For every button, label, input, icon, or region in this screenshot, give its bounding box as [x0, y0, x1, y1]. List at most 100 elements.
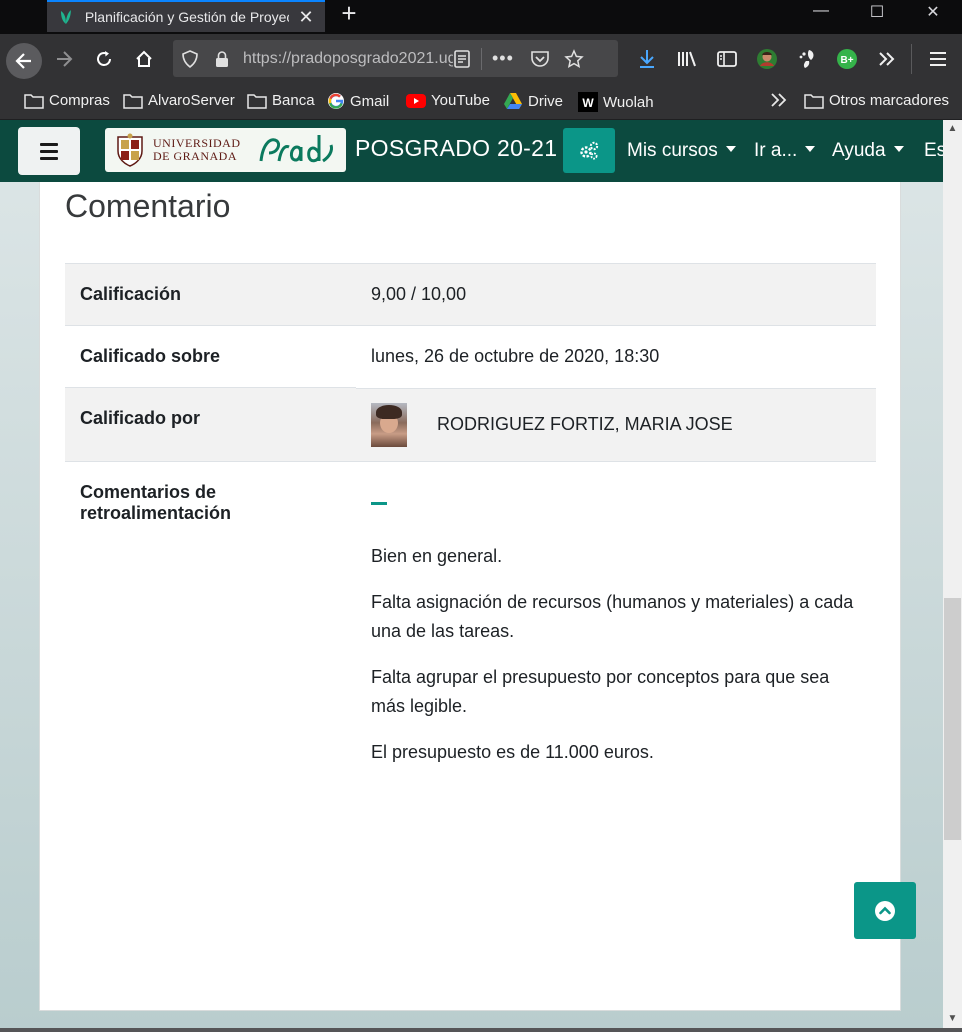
browser-tab-active[interactable]: Planificación y Gestión de Proyectos ✕ [47, 0, 325, 32]
comment-paragraph: Falta asignación de recursos (humanos y … [371, 591, 854, 641]
chevron-down-icon [893, 145, 904, 152]
url-bar[interactable]: https://pradoposgrado2021.ugr.es ••• [173, 40, 618, 77]
feedback-card: Comentario Calificación 9,00 / 10,00 Cal… [39, 182, 901, 1011]
shield-icon[interactable] [181, 49, 199, 68]
folder-icon [123, 93, 143, 109]
close-icon[interactable]: ✕ [297, 7, 315, 28]
bookmark-gmail[interactable]: Gmail [327, 92, 389, 110]
svg-text:B+: B+ [840, 55, 853, 66]
site-title[interactable]: POSGRADO 20-21 [355, 135, 557, 162]
hamburger-icon[interactable] [18, 127, 80, 175]
bookmarks-overflow-icon[interactable] [770, 92, 788, 108]
reload-icon[interactable] [88, 43, 120, 75]
menu-ir-a[interactable]: Ir a... [754, 140, 816, 162]
bplus-icon[interactable]: B+ [831, 43, 863, 75]
row-label: Calificación [65, 263, 356, 326]
more-icon[interactable]: ••• [492, 48, 514, 69]
minimize-icon[interactable]: — [806, 2, 836, 20]
prado-logo-icon [259, 135, 333, 163]
sidebar-icon[interactable] [711, 43, 743, 75]
reader-icon[interactable] [453, 49, 471, 69]
tab-strip: Planificación y Gestión de Proyectos ✕ +… [0, 0, 962, 34]
toolbar-divider [911, 44, 912, 74]
folder-icon [804, 93, 824, 109]
profile-icon[interactable] [751, 43, 783, 75]
menu-mis-cursos[interactable]: Mis cursos [627, 140, 736, 162]
bookmark-label: AlvaroServer [148, 92, 235, 109]
row-label: Calificado por [65, 387, 356, 461]
comment-paragraph: Bien en general. [371, 545, 503, 566]
drive-icon [504, 93, 522, 109]
window-close-icon[interactable]: ✕ [918, 2, 948, 22]
feedback-table: Calificación 9,00 / 10,00 Calificado sob… [65, 263, 876, 804]
bookmark-banca[interactable]: Banca [247, 92, 315, 109]
bookmark-other-folder[interactable]: Otros marcadores [804, 92, 949, 109]
url-divider [481, 47, 482, 70]
plus-icon[interactable]: + [338, 0, 360, 28]
page-scrollbar[interactable]: ▲ ▼ [943, 120, 962, 1028]
home-icon[interactable] [128, 43, 160, 75]
google-icon [328, 93, 344, 109]
bookmark-label: Compras [49, 92, 110, 109]
bookmark-label: Otros marcadores [829, 92, 950, 109]
table-row: Calificación 9,00 / 10,00 [65, 263, 876, 326]
gnome-icon[interactable] [791, 43, 823, 75]
menu-icon[interactable] [922, 43, 954, 75]
menu-ayuda[interactable]: Ayuda [832, 140, 904, 162]
bookmark-label: Banca [272, 92, 315, 109]
ugr-crest-icon [117, 133, 143, 167]
forward-icon[interactable] [48, 43, 80, 75]
bookmark-label: Gmail [350, 92, 390, 110]
comment-paragraph: El presupuesto es de 11.000 euros. [371, 741, 654, 762]
tab-title: Planificación y Gestión de Proyectos [84, 9, 289, 25]
maximize-icon[interactable]: ☐ [862, 2, 892, 22]
leaf-favicon-icon [60, 10, 71, 24]
youtube-icon [406, 93, 426, 108]
folder-icon [247, 93, 267, 109]
bookmark-alvaroserver[interactable]: AlvaroServer [123, 92, 235, 109]
wuolah-icon: W [578, 92, 598, 112]
star-icon[interactable] [564, 48, 584, 69]
graded-on-value: lunes, 26 de octubre de 2020, 18:30 [356, 325, 876, 388]
chevron-down-icon [725, 145, 736, 152]
svg-text:W: W [582, 96, 594, 110]
scroll-up-icon[interactable]: ▲ [946, 123, 959, 136]
scroll-thumb[interactable] [944, 598, 961, 840]
scroll-down-icon[interactable]: ▼ [946, 1013, 959, 1026]
pocket-icon[interactable] [530, 50, 550, 68]
gears-icon[interactable] [563, 128, 615, 173]
url-text: https://pradoposgrado2021.ugr.es [243, 49, 453, 67]
feedback-heading: Comentario [65, 188, 231, 224]
chevron-down-icon [805, 145, 816, 152]
table-row: Comentarios de retroalimentación Bien en… [65, 460, 876, 804]
bookmarks-bar: Compras AlvaroServer Banca Gmail YouTube… [0, 84, 962, 120]
bookmark-youtube[interactable]: YouTube [406, 92, 490, 109]
row-label: Calificado sobre [65, 325, 356, 388]
back-to-top-button[interactable] [854, 882, 916, 939]
window-bottom-edge [0, 1028, 962, 1032]
chevron-up-icon [875, 900, 895, 921]
download-icon[interactable] [631, 43, 663, 75]
feedback-comments: Bien en general. Falta asignación de rec… [356, 460, 876, 804]
collapse-toggle[interactable] [371, 501, 387, 505]
avatar[interactable] [371, 402, 407, 447]
row-label: Comentarios de retroalimentación [65, 460, 356, 804]
grader-name[interactable]: RODRIGUEZ FORTIZ, MARIA JOSE [437, 414, 733, 435]
grader-cell: RODRIGUEZ FORTIZ, MARIA JOSE [356, 387, 876, 461]
site-logo[interactable]: UNIVERSIDAD DE GRANADA [105, 128, 346, 172]
bookmark-compras[interactable]: Compras [24, 92, 110, 109]
bookmark-drive[interactable]: Drive [503, 92, 563, 110]
grade-value: 9,00 / 10,00 [356, 263, 876, 326]
table-row: Calificado por RODRIGUEZ FORTIZ, MARIA J… [65, 387, 876, 461]
site-navbar: UNIVERSIDAD DE GRANADA POSGRADO 20-21 Mi… [0, 120, 943, 182]
back-icon[interactable] [6, 43, 42, 79]
menu-language[interactable]: Es [924, 140, 943, 162]
comment-paragraph: Falta agrupar el presupuesto por concept… [371, 666, 830, 716]
folder-icon [24, 93, 44, 109]
bookmark-label: Wuolah [603, 93, 654, 111]
overflow-icon[interactable] [871, 43, 903, 75]
bookmark-wuolah[interactable]: W Wuolah [578, 92, 654, 112]
ugr-wordmark: UNIVERSIDAD DE GRANADA [153, 136, 241, 163]
web-page: UNIVERSIDAD DE GRANADA POSGRADO 20-21 Mi… [0, 120, 943, 1028]
library-icon[interactable] [671, 43, 703, 75]
